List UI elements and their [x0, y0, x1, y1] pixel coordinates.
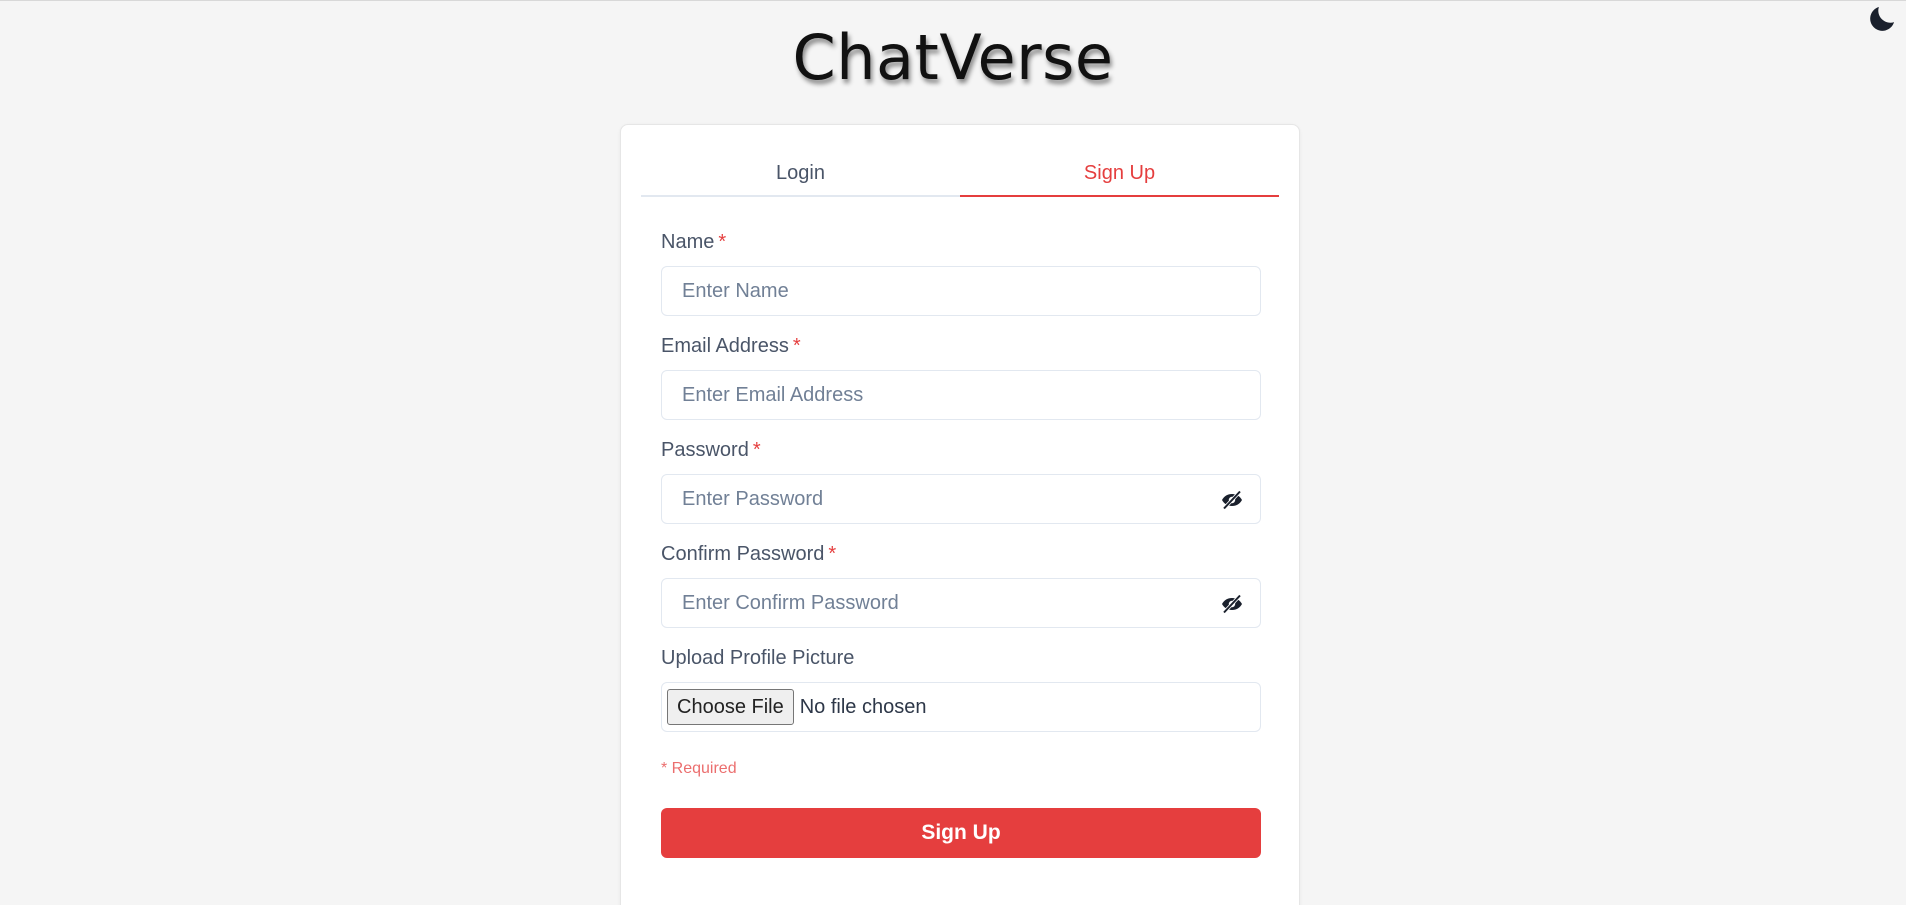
confirm-password-input[interactable]	[662, 579, 1260, 627]
confirm-password-label: Confirm Password *	[661, 542, 1261, 566]
name-label-text: Name	[661, 231, 715, 253]
eye-slash-icon[interactable]	[1220, 592, 1244, 616]
confirm-password-label-text: Confirm Password	[661, 543, 825, 565]
tab-sign-up[interactable]: Sign Up	[960, 153, 1279, 197]
password-field-group: Password *	[661, 438, 1261, 524]
sign-up-form: Name* Email Address* Password*	[661, 230, 1261, 858]
name-field-group: Name *	[661, 230, 1261, 316]
password-input-wrapper	[661, 474, 1261, 524]
file-input-wrapper: Choose File No file chosen	[661, 682, 1261, 732]
auth-card: Login Sign Up Name* Email Address* Passw…	[620, 124, 1300, 905]
required-mark: *	[718, 231, 727, 253]
confirm-password-input-wrapper	[661, 578, 1261, 628]
required-note: * Required	[661, 760, 737, 777]
sign-up-button[interactable]: Sign Up	[661, 808, 1261, 858]
eye-slash-icon[interactable]	[1220, 488, 1244, 512]
email-input-wrapper	[661, 370, 1261, 420]
app-title: ChatVerse	[792, 21, 1114, 94]
required-mark: *	[752, 439, 761, 461]
auth-tabs: Login Sign Up	[641, 153, 1279, 197]
choose-file-button[interactable]: Choose File	[667, 689, 794, 725]
required-mark: *	[828, 543, 837, 565]
password-label: Password *	[661, 438, 1261, 462]
password-label-text: Password	[661, 439, 749, 461]
tab-login[interactable]: Login	[641, 153, 960, 195]
name-label: Name *	[661, 230, 1261, 254]
email-label-text: Email Address	[661, 335, 789, 357]
required-mark: *	[792, 335, 801, 357]
profile-picture-field-group: Upload Profile Picture Choose File No fi…	[661, 646, 1261, 732]
email-input[interactable]	[662, 371, 1260, 419]
password-input[interactable]	[662, 475, 1260, 523]
name-input[interactable]	[662, 267, 1260, 315]
email-label: Email Address *	[661, 334, 1261, 358]
name-input-wrapper	[661, 266, 1261, 316]
confirm-password-field-group: Confirm Password *	[661, 542, 1261, 628]
profile-picture-label: Upload Profile Picture	[661, 647, 855, 669]
file-status-text: No file chosen	[799, 695, 927, 718]
email-field-group: Email Address *	[661, 334, 1261, 420]
